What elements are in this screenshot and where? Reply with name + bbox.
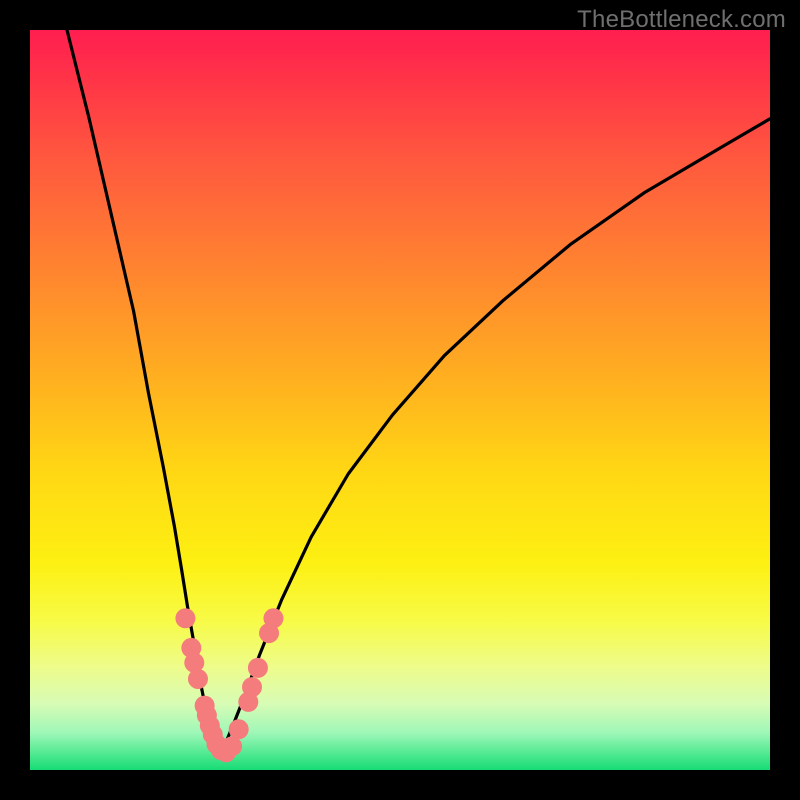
data-marker xyxy=(188,669,208,689)
plot-area xyxy=(30,30,770,770)
data-marker xyxy=(242,677,262,697)
data-marker xyxy=(222,736,242,756)
data-marker xyxy=(248,658,268,678)
bottleneck-curve-right xyxy=(219,119,770,754)
data-marker xyxy=(229,719,249,739)
data-marker xyxy=(175,608,195,628)
chart-frame: TheBottleneck.com xyxy=(0,0,800,800)
curve-layer xyxy=(30,30,770,770)
data-marker xyxy=(263,608,283,628)
